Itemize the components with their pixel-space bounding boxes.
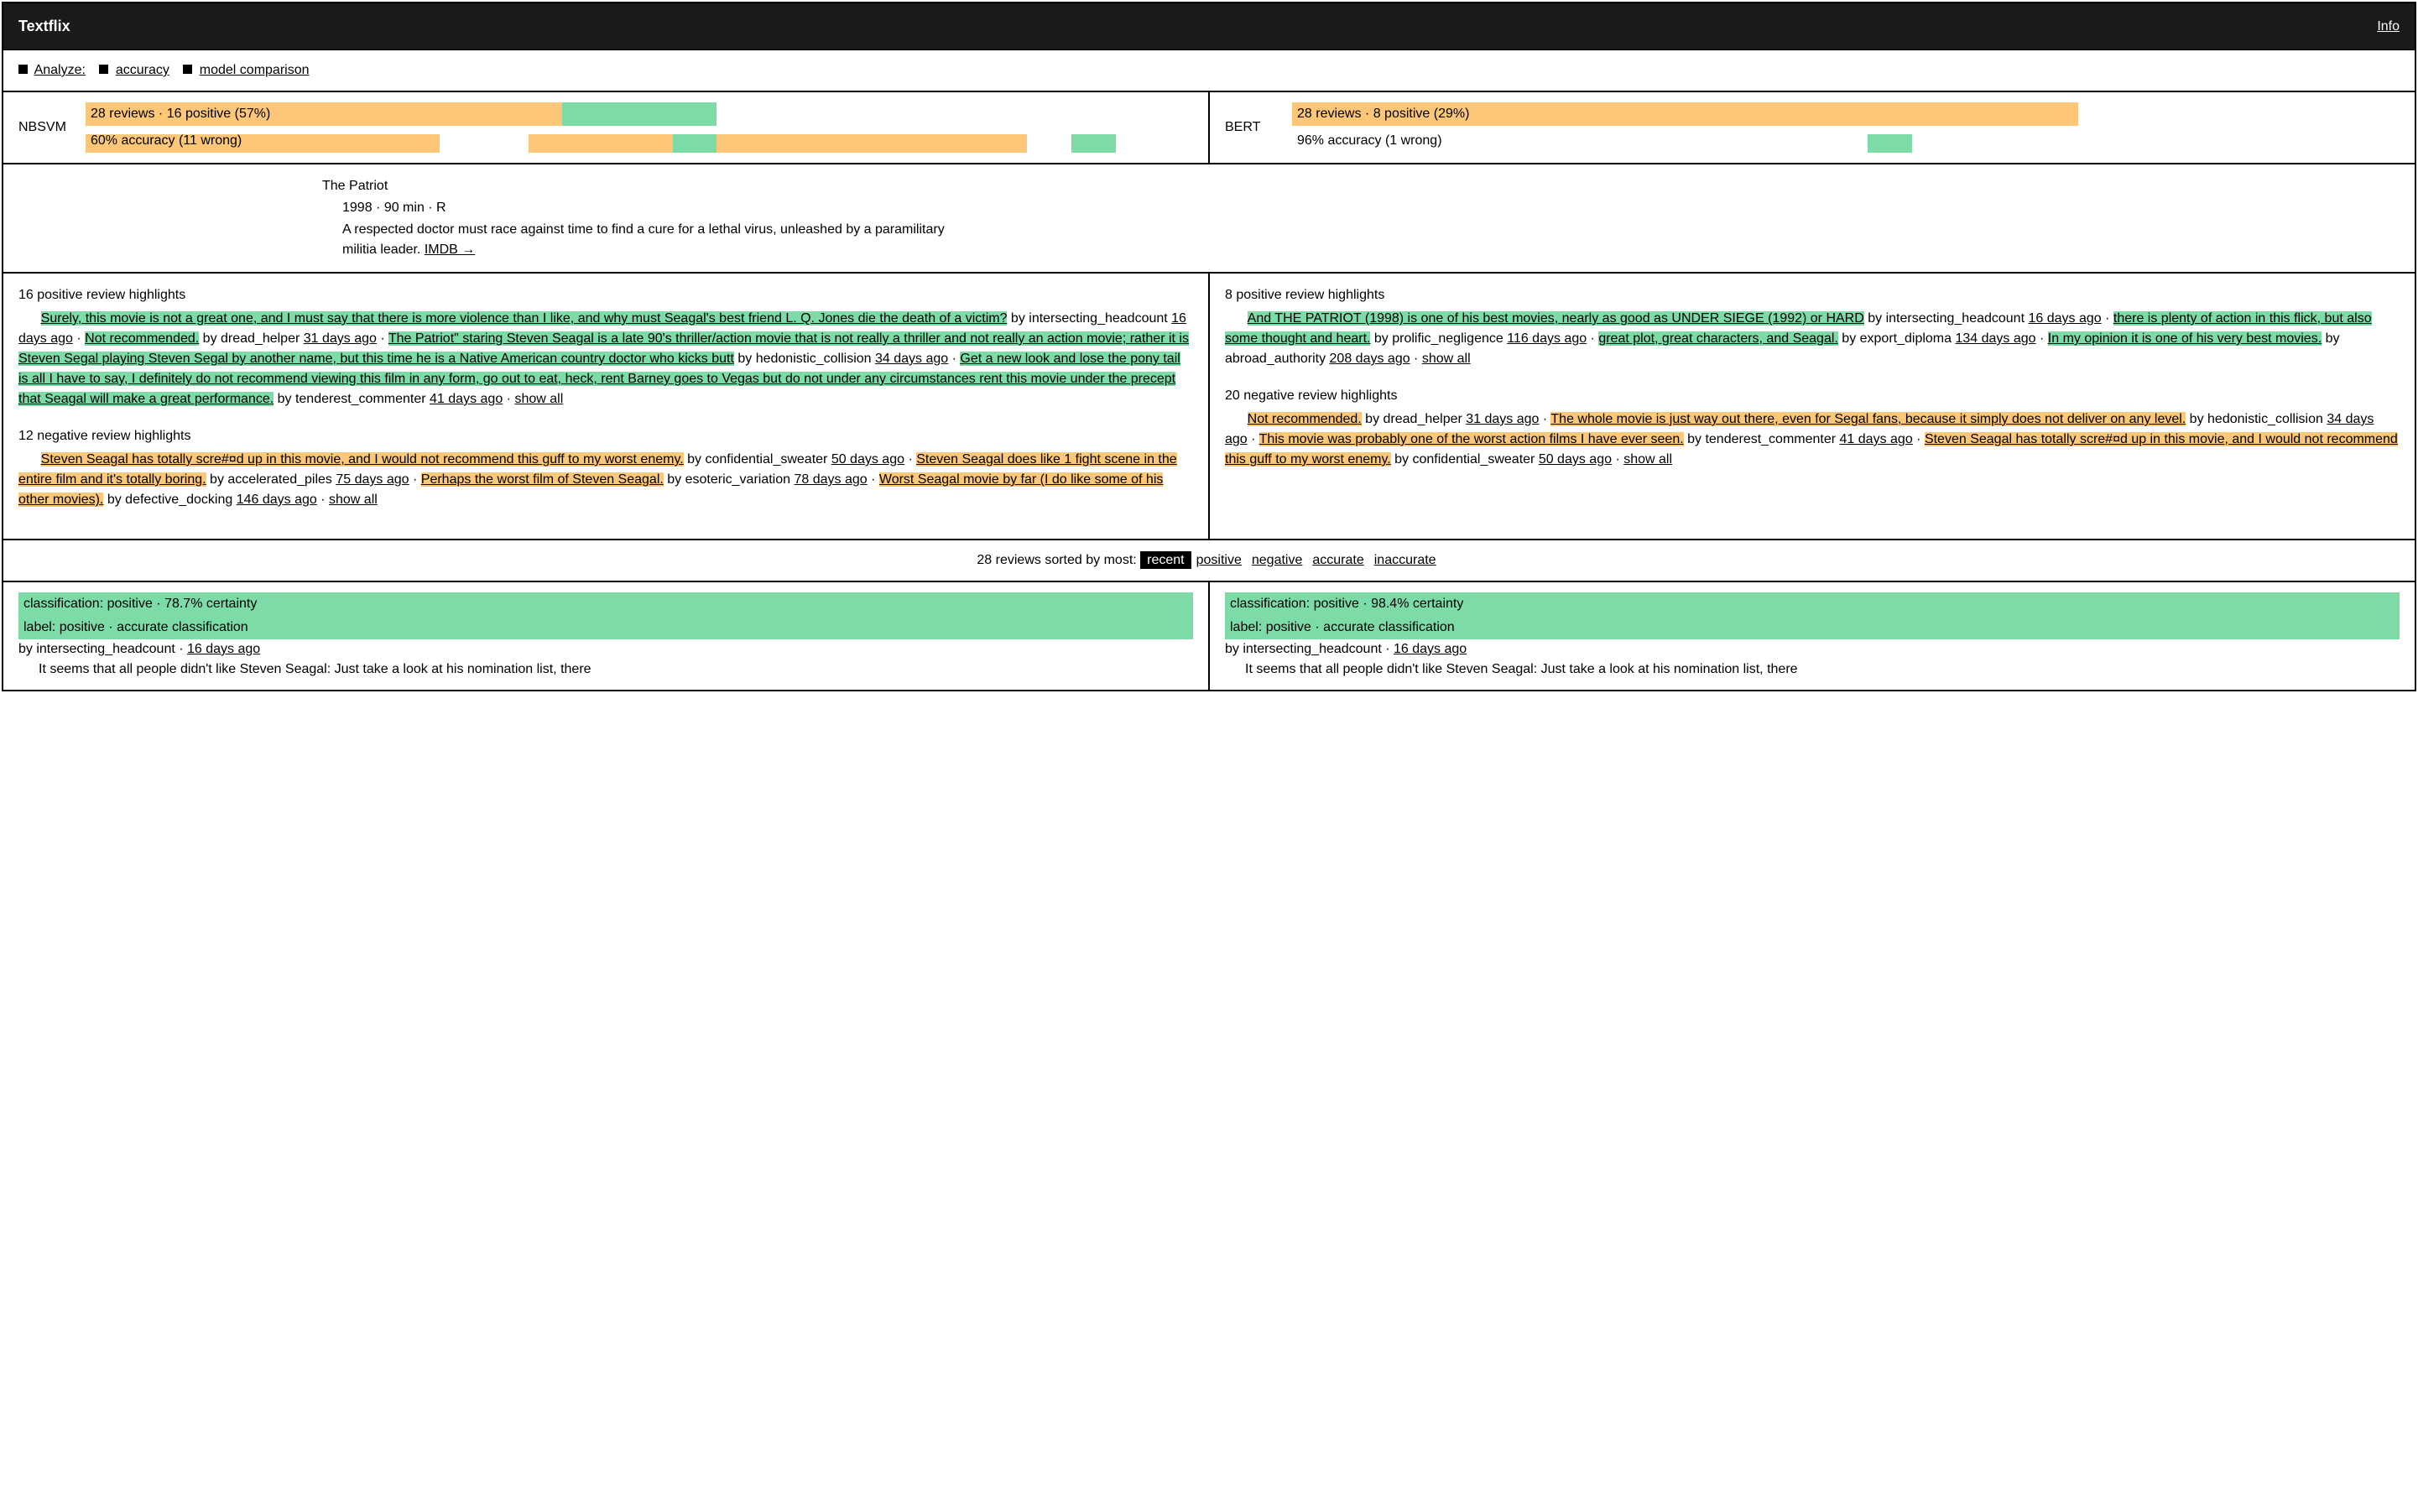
- highlight-age[interactable]: 75 days ago: [336, 472, 409, 487]
- highlight-age[interactable]: 50 days ago: [1539, 452, 1612, 467]
- reviews-stat-right: 28 reviews · 8 positive (29%): [1292, 102, 2400, 126]
- review-class-left: classification: positive · 78.7% certain…: [18, 592, 1193, 616]
- highlight-age[interactable]: 116 days ago: [1507, 331, 1587, 346]
- movie-title: The Patriot: [322, 176, 2400, 196]
- show-all-link[interactable]: show all: [329, 493, 378, 507]
- pos-heading-right: 8 positive review highlights: [1225, 285, 2400, 305]
- highlight-age[interactable]: 16 days ago: [2028, 311, 2101, 326]
- highlight-snippet[interactable]: Not recommended.: [85, 331, 199, 346]
- square-icon: [183, 65, 192, 74]
- show-all-link[interactable]: show all: [514, 392, 563, 406]
- imdb-link[interactable]: IMDB →: [425, 242, 475, 257]
- review-age-right[interactable]: 16 days ago: [1394, 642, 1467, 656]
- model-panel-right: BERT 28 reviews · 8 positive (29%) 96% a…: [1208, 92, 2415, 163]
- show-all-link[interactable]: show all: [1422, 352, 1471, 366]
- review-label-left: label: positive · accurate classificatio…: [18, 616, 1193, 639]
- highlight-age[interactable]: 41 days ago: [1840, 432, 1913, 446]
- breadcrumb: Analyze: accuracy model comparison: [3, 50, 2415, 91]
- sort-option-inaccurate[interactable]: inaccurate: [1374, 553, 1436, 567]
- highlight-age[interactable]: 134 days ago: [1955, 331, 2035, 346]
- highlight-age[interactable]: 208 days ago: [1330, 352, 1410, 366]
- highlight-snippet[interactable]: This movie was probably one of the worst…: [1259, 432, 1684, 446]
- highlights: 16 positive review highlights Surely, th…: [3, 272, 2415, 539]
- review-text-right: It seems that all people didn't like Ste…: [1225, 660, 2400, 680]
- pos-highlights-left: Surely, this movie is not a great one, a…: [18, 309, 1193, 409]
- highlight-snippet[interactable]: In my opinion it is one of his very best…: [2048, 331, 2322, 346]
- neg-highlights-right: Not recommended. by dread_helper 31 days…: [1225, 409, 2400, 470]
- neg-heading-left: 12 negative review highlights: [18, 426, 1193, 446]
- highlight-snippet[interactable]: Surely, this movie is not a great one, a…: [41, 311, 1008, 326]
- highlight-age[interactable]: 31 days ago: [304, 331, 377, 346]
- show-all-link[interactable]: show all: [1623, 452, 1672, 467]
- sort-label: 28 reviews sorted by most:: [977, 553, 1136, 567]
- movie-meta: 1998 · 90 min · R: [322, 198, 2400, 218]
- model-summary: NBSVM 28 reviews · 16 positive (57%) 60%…: [3, 91, 2415, 163]
- review-label-right: label: positive · accurate classificatio…: [1225, 616, 2400, 639]
- review-card-left: classification: positive · 78.7% certain…: [3, 582, 1208, 690]
- sort-row: 28 reviews sorted by most: recent positiv…: [3, 539, 2415, 581]
- info-link[interactable]: Info: [2377, 17, 2400, 37]
- square-icon: [18, 65, 28, 74]
- highlight-age[interactable]: 78 days ago: [794, 472, 867, 487]
- highlight-snippet[interactable]: Perhaps the worst film of Steven Seagal.: [421, 472, 664, 487]
- highlight-snippet[interactable]: Steven Seagal has totally scre#¤d up in …: [41, 452, 684, 467]
- breadcrumb-analyze[interactable]: Analyze:: [34, 63, 86, 77]
- topbar: Textflix Info: [3, 3, 2415, 50]
- reviews: classification: positive · 78.7% certain…: [3, 581, 2415, 690]
- accuracy-stat-left: 60% accuracy (11 wrong): [86, 129, 1193, 153]
- square-icon: [99, 65, 108, 74]
- highlight-age[interactable]: 34 days ago: [875, 352, 948, 366]
- breadcrumb-model-comparison[interactable]: model comparison: [200, 63, 310, 77]
- neg-heading-right: 20 negative review highlights: [1225, 386, 2400, 406]
- review-text-left: It seems that all people didn't like Ste…: [18, 660, 1193, 680]
- sort-option-positive[interactable]: positive: [1196, 553, 1242, 567]
- sort-option-accurate[interactable]: accurate: [1312, 553, 1363, 567]
- highlight-age[interactable]: 41 days ago: [430, 392, 503, 406]
- highlights-left: 16 positive review highlights Surely, th…: [3, 274, 1208, 539]
- pos-heading-left: 16 positive review highlights: [18, 285, 1193, 305]
- model-panel-left: NBSVM 28 reviews · 16 positive (57%) 60%…: [3, 92, 1208, 163]
- highlight-snippet[interactable]: great plot, great characters, and Seagal…: [1598, 331, 1838, 346]
- neg-highlights-left: Steven Seagal has totally scre#¤d up in …: [18, 450, 1193, 510]
- highlight-snippet[interactable]: Not recommended.: [1248, 412, 1362, 426]
- pos-highlights-right: And THE PATRIOT (1998) is one of his bes…: [1225, 309, 2400, 369]
- model-name-right: BERT: [1225, 117, 1279, 138]
- review-byline-right: by intersecting_headcount · 16 days ago: [1225, 639, 2400, 660]
- review-card-right: classification: positive · 98.4% certain…: [1208, 582, 2415, 690]
- breadcrumb-accuracy[interactable]: accuracy: [116, 63, 169, 77]
- highlight-age[interactable]: 146 days ago: [237, 493, 317, 507]
- highlights-right: 8 positive review highlights And THE PAT…: [1208, 274, 2415, 539]
- highlight-age[interactable]: 50 days ago: [831, 452, 904, 467]
- app-title: Textflix: [18, 15, 70, 38]
- highlight-snippet[interactable]: And THE PATRIOT (1998) is one of his bes…: [1248, 311, 1864, 326]
- model-name-left: NBSVM: [18, 117, 72, 138]
- sort-option-negative[interactable]: negative: [1252, 553, 1303, 567]
- review-age-left[interactable]: 16 days ago: [187, 642, 260, 656]
- review-class-right: classification: positive · 98.4% certain…: [1225, 592, 2400, 616]
- accuracy-stat-right: 96% accuracy (1 wrong): [1292, 129, 2400, 153]
- highlight-snippet[interactable]: The whole movie is just way out there, e…: [1550, 412, 2186, 426]
- highlight-age[interactable]: 31 days ago: [1466, 412, 1539, 426]
- sort-option-recent[interactable]: recent: [1140, 551, 1191, 569]
- movie-info: The Patriot 1998 · 90 min · R A respecte…: [3, 163, 2415, 272]
- reviews-stat-left: 28 reviews · 16 positive (57%): [86, 102, 1193, 126]
- movie-synopsis: A respected doctor must race against tim…: [322, 220, 960, 260]
- review-byline-left: by intersecting_headcount · 16 days ago: [18, 639, 1193, 660]
